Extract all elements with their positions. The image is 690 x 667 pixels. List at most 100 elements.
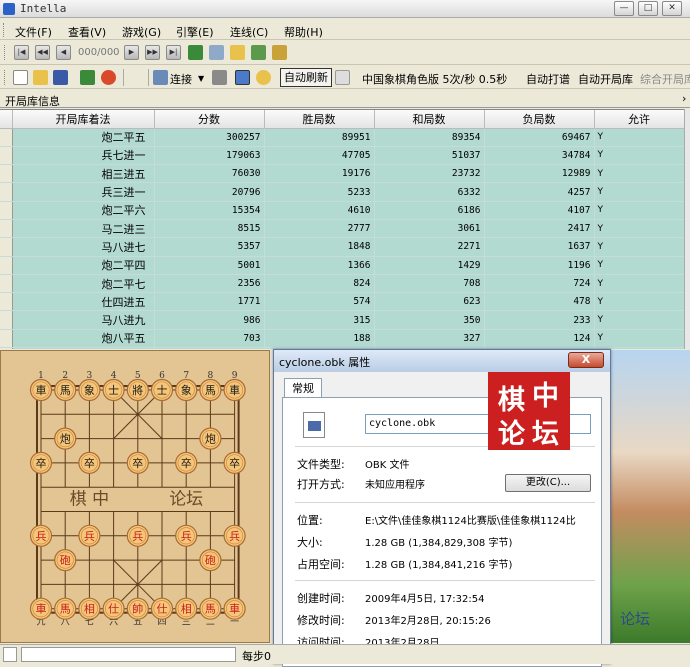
table-row[interactable]: 炮二平七 2356 824 708 724 Y xyxy=(0,274,685,294)
menu-file[interactable]: 文件(F) xyxy=(15,24,52,40)
row-header[interactable] xyxy=(0,164,13,184)
row-header[interactable] xyxy=(0,347,13,349)
auto-open-book-toggle[interactable]: 自动开局库 xyxy=(578,71,633,87)
column-header[interactable]: 负局数 xyxy=(484,110,595,129)
auto-refresh-button[interactable]: 自动刷新 xyxy=(280,68,332,87)
engine-icon[interactable] xyxy=(212,70,227,85)
losses-cell[interactable]: 724 xyxy=(484,274,595,294)
row-header[interactable] xyxy=(0,256,13,275)
losses-cell[interactable]: 2417 xyxy=(484,219,595,239)
move-cell[interactable]: 兵七进一 xyxy=(12,146,155,166)
copy-icon[interactable] xyxy=(209,45,224,60)
allow-cell[interactable]: Y xyxy=(594,182,685,202)
losses-cell[interactable]: 124 xyxy=(484,329,595,349)
flip-board-icon[interactable] xyxy=(188,45,203,60)
close-button[interactable]: ✕ xyxy=(662,1,682,16)
score-cell[interactable]: 986 xyxy=(154,310,265,330)
losses-cell[interactable]: 69467 xyxy=(484,128,595,147)
allow-cell[interactable]: Y xyxy=(594,201,685,220)
row-header[interactable] xyxy=(0,274,13,294)
move-cell[interactable]: 兵三进一 xyxy=(12,182,155,202)
menu-help[interactable]: 帮助(H) xyxy=(284,24,323,40)
maximize-button[interactable]: □ xyxy=(638,1,658,16)
row-header[interactable] xyxy=(0,182,13,202)
score-cell[interactable]: 15354 xyxy=(154,201,265,220)
move-cell[interactable]: 炮八平五 xyxy=(12,329,155,349)
next-move-icon[interactable]: ▶ xyxy=(124,45,139,60)
move-cell[interactable]: 炮二平七 xyxy=(12,274,155,294)
first-move-icon[interactable]: |◀ xyxy=(14,45,29,60)
board-canvas[interactable]: 棋 中论坛1 2 3 4 5 6 7 8 9九八七六五四三二一車馬象士將士象馬車炮 炮卒卒卒卒卒兵… xyxy=(1,351,271,644)
score-cell[interactable]: 300257 xyxy=(154,128,265,147)
move-cell[interactable]: 仕四进五 xyxy=(12,292,155,312)
table-row[interactable]: 马二进三 8515 2777 3061 2417 Y xyxy=(0,219,685,239)
chevron-down-icon[interactable]: ▼ xyxy=(198,74,204,83)
save-icon[interactable] xyxy=(53,70,68,85)
draws-cell[interactable]: 2271 xyxy=(374,237,485,257)
table-row[interactable]: 炮八平五 703 188 327 124 Y xyxy=(0,329,685,349)
book-icon[interactable] xyxy=(251,45,266,60)
menu-engine[interactable]: 引擎(E) xyxy=(176,24,214,40)
losses-cell[interactable]: 12989 xyxy=(484,164,595,184)
monitor-icon[interactable] xyxy=(235,70,250,85)
row-header[interactable] xyxy=(0,219,13,239)
draws-cell[interactable]: 708 xyxy=(374,274,485,294)
connect-label[interactable]: 连接 xyxy=(170,71,192,87)
change-button[interactable]: 更改(C)... xyxy=(505,474,591,492)
allow-cell[interactable]: Y xyxy=(594,237,685,257)
draws-cell[interactable]: 3061 xyxy=(374,219,485,239)
draws-cell[interactable]: 623 xyxy=(374,292,485,312)
wins-cell[interactable]: 574 xyxy=(264,292,375,312)
fast-back-icon[interactable]: ◀◀ xyxy=(35,45,50,60)
draws-cell[interactable]: 6186 xyxy=(374,201,485,220)
wins-cell[interactable]: 2777 xyxy=(264,219,375,239)
table-row[interactable]: 仕四进五 1771 574 623 478 Y xyxy=(0,292,685,312)
open-folder-icon[interactable] xyxy=(33,70,48,85)
table-row[interactable]: 兵三进一 20796 5233 6332 4257 Y xyxy=(0,182,685,202)
library-icon[interactable] xyxy=(272,45,287,60)
draws-cell[interactable]: 23732 xyxy=(374,164,485,184)
connect-icon[interactable] xyxy=(153,70,168,85)
dialog-close-button[interactable]: X xyxy=(568,352,604,368)
table-row[interactable]: 马八进九 986 315 350 233 Y xyxy=(0,310,685,330)
score-cell[interactable]: 76030 xyxy=(154,164,265,184)
allow-cell[interactable]: Y xyxy=(594,146,685,166)
menu-view[interactable]: 查看(V) xyxy=(68,24,106,40)
wins-cell[interactable]: 1366 xyxy=(264,256,375,275)
menu-connect[interactable]: 连线(C) xyxy=(230,24,268,40)
score-cell[interactable]: 5001 xyxy=(154,256,265,275)
prev-move-icon[interactable]: ◀ xyxy=(56,45,71,60)
score-cell[interactable]: 179063 xyxy=(154,146,265,166)
losses-cell[interactable]: 478 xyxy=(484,292,595,312)
draws-cell[interactable]: 6332 xyxy=(374,182,485,202)
arrows-icon[interactable] xyxy=(80,70,95,85)
table-row[interactable]: 炮二平六 15354 4610 6186 4107 Y xyxy=(0,201,685,220)
column-header[interactable]: 胜局数 xyxy=(264,110,375,129)
allow-cell[interactable]: Y xyxy=(594,329,685,349)
losses-cell[interactable]: 1637 xyxy=(484,237,595,257)
table-row[interactable]: 相三进五 76030 19176 23732 12989 Y xyxy=(0,164,685,184)
row-header[interactable] xyxy=(0,292,13,312)
allow-cell[interactable]: Y xyxy=(594,310,685,330)
new-file-icon[interactable] xyxy=(13,70,28,85)
losses-cell[interactable]: 1196 xyxy=(484,256,595,275)
score-cell[interactable]: 703 xyxy=(154,329,265,349)
notes-icon[interactable] xyxy=(230,45,245,60)
combined-book-toggle[interactable]: 综合开局库 xyxy=(640,71,690,87)
table-row[interactable]: 炮二平四 5001 1366 1429 1196 Y xyxy=(0,256,685,275)
column-header[interactable]: 和局数 xyxy=(374,110,485,129)
minimize-button[interactable]: — xyxy=(614,1,634,16)
wins-cell[interactable]: 47705 xyxy=(264,146,375,166)
move-cell[interactable]: 炮二平六 xyxy=(12,201,155,220)
table-row[interactable]: 马八进七 5357 1848 2271 1637 Y xyxy=(0,237,685,257)
score-cell[interactable]: 497 xyxy=(154,347,265,349)
score-cell[interactable]: 5357 xyxy=(154,237,265,257)
allow-cell[interactable]: Y xyxy=(594,164,685,184)
draws-cell[interactable]: 1429 xyxy=(374,256,485,275)
move-cell[interactable]: 马二进三 xyxy=(12,219,155,239)
wins-cell[interactable]: 5233 xyxy=(264,182,375,202)
score-cell[interactable]: 8515 xyxy=(154,219,265,239)
last-move-icon[interactable]: ▶| xyxy=(166,45,181,60)
draws-cell[interactable]: 51037 xyxy=(374,146,485,166)
row-header[interactable] xyxy=(0,310,13,330)
